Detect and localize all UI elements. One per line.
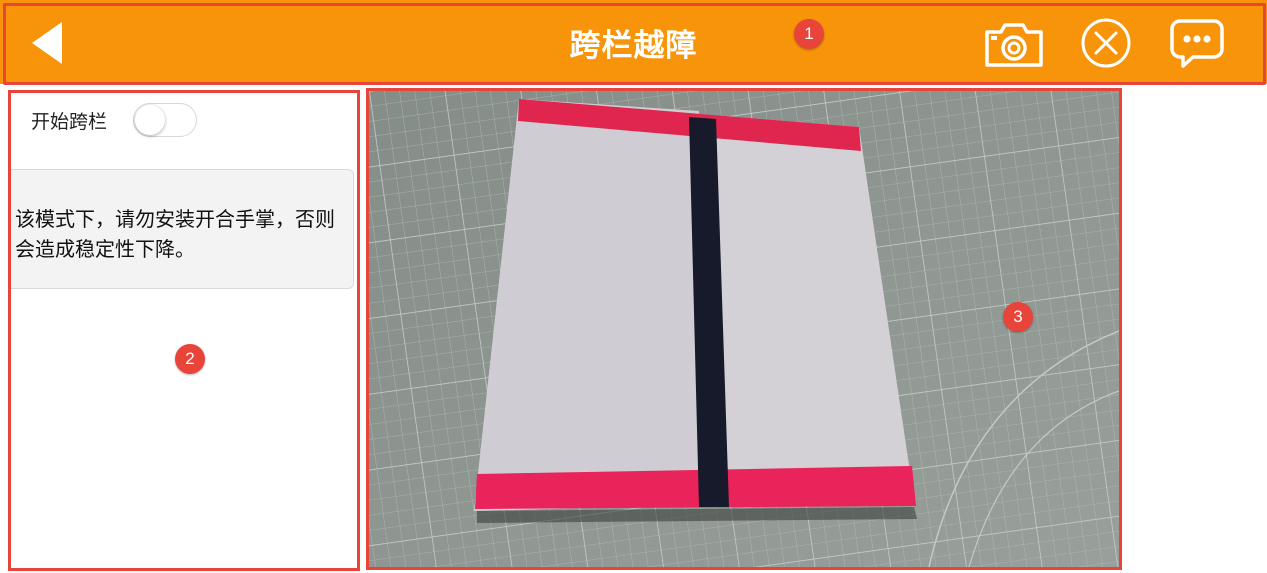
camera-button[interactable] [982, 18, 1046, 70]
chat-button[interactable] [1168, 16, 1226, 70]
notice-text: 该模式下，请勿安装开合手掌，否则会造成稳定性下降。 [15, 207, 335, 261]
start-hurdle-toggle[interactable] [133, 103, 197, 137]
page-title: 跨栏越障 [569, 28, 698, 64]
callout-badge-3: 3 [1003, 302, 1033, 332]
callout-badge-1: 1 [794, 19, 824, 49]
toggle-label: 开始跨栏 [31, 111, 108, 133]
callout-badge-2: 2 [175, 344, 205, 374]
close-button[interactable] [1079, 16, 1133, 70]
chat-bubble-icon [1170, 19, 1224, 68]
camera-icon [985, 23, 1043, 67]
toggle-knob [135, 105, 165, 135]
top-app-bar: 跨栏越障 [0, 0, 1267, 85]
close-circle-icon [1081, 18, 1131, 68]
control-panel: 开始跨栏 该模式下，请勿安装开合手掌，否则会造成稳定性下降。 [8, 90, 360, 571]
notice-box: 该模式下，请勿安装开合手掌，否则会造成稳定性下降。 [11, 169, 354, 289]
camera-feed-image [369, 91, 1119, 567]
